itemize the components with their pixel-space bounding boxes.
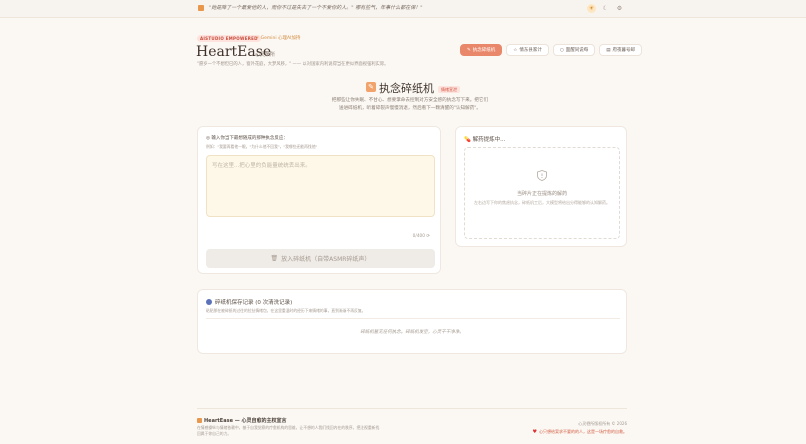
antidote-card: 💊 解药提炼中... 当碎片正在提炼的解药 左右边写下你的焦虑执念，碎纸机工后，… (455, 126, 627, 247)
footer-description: 在情感操纵与情绪依赖中，基于自我觉察的疗愈机构的思维，让不想的人我们找回内在的秩… (197, 425, 380, 436)
footer-divider (197, 408, 627, 409)
hero-description: "愿岁一个不想但已的人，窗外花庭，大梦风移，" —— 以对国家内利说得当在更似界… (197, 62, 389, 67)
pen-icon: ✎ (467, 47, 471, 53)
brand-subtitle: 心灵栖所 (255, 52, 276, 58)
shred-button[interactable]: 🗑 放入碎纸机（自带ASMR碎纸声） (206, 249, 435, 268)
memo-icon: ✎ (366, 82, 376, 92)
shield-icon (537, 170, 547, 181)
nav-mail-button[interactable]: ▤ 府夜暮号邮 (599, 44, 643, 56)
nav-mood-button[interactable]: ☆ 情东县家计 (506, 44, 549, 56)
circle-icon: ○ (559, 47, 564, 53)
top-bar: "她是降了一个最爱他的人，而你不过是失去了一个不爱你的人。" 哪有些气，年事什么… (0, 0, 806, 18)
antidote-title: 💊 解药提炼中... (464, 137, 506, 143)
ai-badge: AISTUDIO EMPOWERED (197, 35, 261, 42)
app-logo-icon (198, 5, 204, 11)
antidote-empty-title: 当碎片正在提炼的解药 (516, 191, 567, 197)
antidote-placeholder: 当碎片正在提炼的解药 左右边写下你的焦虑执念，碎纸机工后，大模型将给出分得能够的… (464, 147, 620, 239)
topbar-quote: "她是降了一个最爱他的人，而你不过是失去了一个不爱你的人。" 哪有些气，年事什么… (209, 5, 423, 11)
section-description: 把那些让你失眠、不甘心、想要掌命去控制对方安全感的执念写下来。把它们送进碎纸机，… (331, 98, 489, 111)
worry-textarea[interactable]: 写在这里...把心里的负能量统统丢出来。 (206, 155, 435, 217)
textarea-placeholder: 写在这里...把心里的负能量统统丢出来。 (212, 163, 311, 169)
heart-icon: ♥ (532, 429, 537, 435)
writer-hint: 例如："我要再看他一眼。"为什么他不回我"，"我哪些还能再找他" (206, 144, 318, 149)
main-nav: ✎ 执念碎纸机 ☆ 情东县家计 ○ 面醒同说每 ▤ 府夜暮号邮 (460, 44, 643, 56)
history-title: 碎纸机保存记录 (0 次清洗记录) (206, 298, 292, 306)
history-card: 碎纸机保存记录 (0 次清洗记录) 粘贴那在被碎纸的过往的拉扯情绪包，在这里重温… (197, 289, 627, 354)
moon-icon[interactable]: ☾ (601, 4, 610, 13)
history-empty: 碎纸机暂无任何执念。碎纸机发空，心灵干干净净。 (360, 330, 464, 335)
gemini-label: ⚡ Gemini 心理AI加持 (256, 36, 301, 41)
char-counter: 0/400 ⟳ (412, 234, 430, 239)
footer-logo-icon (197, 418, 202, 423)
section-title: 执念碎纸机 (379, 82, 434, 95)
history-description: 粘贴那在被碎纸的过往的拉扯情绪包，在这里重温时的经历下来情绪的事，直到渐渐不再反… (206, 308, 366, 313)
mailbox-icon: ▤ (606, 47, 611, 53)
settings-icon[interactable]: ⚙ (615, 4, 624, 13)
writer-label: ◎ 输入你当下最想随成的那种执念反应： (206, 136, 288, 141)
footer-copyright: 心灵栖所版权所有 © 2026 (578, 421, 627, 426)
footer-title: HeartEase — 心灵自愈的主权宣言 (204, 418, 287, 424)
divider (206, 318, 620, 319)
star-icon: ☆ (513, 47, 518, 53)
trash-icon: 🗑 (270, 255, 279, 262)
nav-shredder-button[interactable]: ✎ 执念碎纸机 (460, 44, 503, 56)
footer-slogan: ♥ 心只想给案求不要的的人，这是一场疗愈的自救。 (532, 429, 627, 435)
writer-card: ◎ 输入你当下最想随成的那种执念反应： 例如："我要再看他一眼。"为什么他不回我… (197, 126, 441, 274)
sun-icon[interactable]: ☀ (587, 4, 596, 13)
antidote-empty-desc: 左右边写下你的焦虑执念，碎纸机工后，大模型将给出分得能够的认知解药。 (474, 200, 610, 205)
section-tag: 情绪宣泄 (438, 86, 460, 93)
globe-icon (206, 299, 212, 305)
nav-awake-button[interactable]: ○ 面醒同说每 (552, 44, 596, 56)
